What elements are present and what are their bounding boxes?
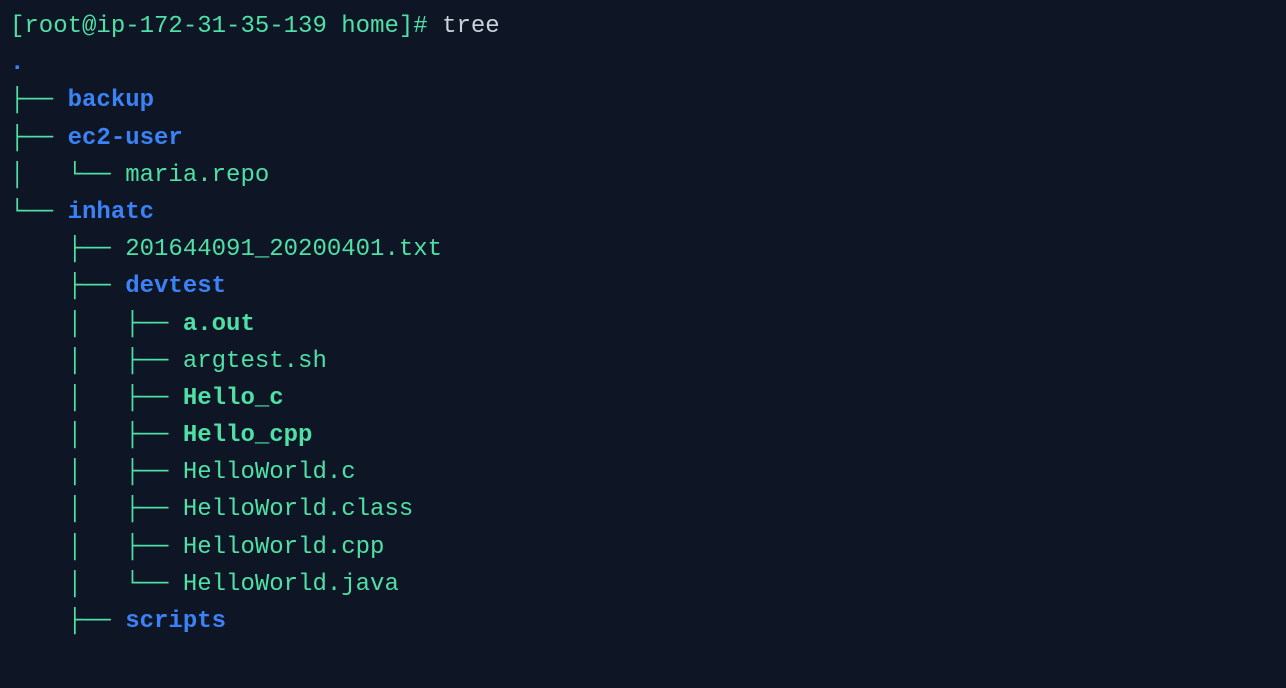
tree-line-a-out: │ ├── a.out: [10, 306, 1276, 343]
prompt-cwd: home: [341, 13, 399, 40]
prompt-line[interactable]: [root@ip-172-31-35-139 home]# tree: [10, 8, 1276, 45]
prompt-space: [327, 13, 341, 40]
tree-branch-icon: │ ├──: [10, 459, 183, 486]
tree-branch-icon: │ └──: [10, 162, 125, 189]
tree-line-helloworld-c: │ ├── HelloWorld.c: [10, 454, 1276, 491]
tree-line-hello-c: │ ├── Hello_c: [10, 380, 1276, 417]
tree-root: .: [10, 45, 1276, 82]
exe-a-out: a.out: [183, 311, 255, 338]
tree-line-helloworld-java: │ └── HelloWorld.java: [10, 566, 1276, 603]
dir-inhatc: inhatc: [68, 199, 154, 226]
tree-branch-icon: │ ├──: [10, 496, 183, 523]
file-argtest: argtest.sh: [183, 348, 327, 375]
tree-branch-icon: ├──: [10, 87, 68, 114]
prompt-open: [: [10, 13, 24, 40]
tree-line-hello-cpp: │ ├── Hello_cpp: [10, 417, 1276, 454]
tree-line-ec2-user: ├── ec2-user: [10, 120, 1276, 157]
tree-branch-icon: ├──: [10, 273, 125, 300]
tree-line-maria-repo: │ └── maria.repo: [10, 157, 1276, 194]
file-helloworld-cpp: HelloWorld.cpp: [183, 534, 385, 561]
exe-hello-cpp: Hello_cpp: [183, 422, 313, 449]
command: tree: [442, 13, 500, 40]
tree-line-helloworld-class: │ ├── HelloWorld.class: [10, 491, 1276, 528]
tree-branch-icon: │ ├──: [10, 422, 183, 449]
file-maria-repo: maria.repo: [125, 162, 269, 189]
dir-ec2-user: ec2-user: [68, 125, 183, 152]
tree-line-inhatc: └── inhatc: [10, 194, 1276, 231]
tree-branch-icon: └──: [10, 199, 68, 226]
file-helloworld-c: HelloWorld.c: [183, 459, 356, 486]
file-helloworld-class: HelloWorld.class: [183, 496, 413, 523]
tree-branch-icon: │ ├──: [10, 311, 183, 338]
tree-line-helloworld-cpp: │ ├── HelloWorld.cpp: [10, 529, 1276, 566]
tree-branch-icon: ├──: [10, 125, 68, 152]
file-201644091: 201644091_20200401.txt: [125, 236, 442, 263]
tree-branch-icon: │ ├──: [10, 348, 183, 375]
dir-scripts: scripts: [125, 608, 226, 635]
tree-branch-icon: ├──: [10, 608, 125, 635]
tree-line-devtest: ├── devtest: [10, 268, 1276, 305]
tree-line-scripts: ├── scripts: [10, 603, 1276, 640]
tree-branch-icon: │ └──: [10, 571, 183, 598]
dir-devtest: devtest: [125, 273, 226, 300]
dir-backup: backup: [68, 87, 154, 114]
tree-root-dot: .: [10, 50, 24, 77]
tree-line-txt: ├── 201644091_20200401.txt: [10, 231, 1276, 268]
tree-branch-icon: │ ├──: [10, 534, 183, 561]
tree-branch-icon: ├──: [10, 236, 125, 263]
tree-line-argtest: │ ├── argtest.sh: [10, 343, 1276, 380]
prompt-user: root@ip-172-31-35-139: [24, 13, 326, 40]
tree-branch-icon: │ ├──: [10, 385, 183, 412]
prompt-close: ]#: [399, 13, 428, 40]
tree-line-backup: ├── backup: [10, 82, 1276, 119]
exe-hello-c: Hello_c: [183, 385, 284, 412]
file-helloworld-java: HelloWorld.java: [183, 571, 399, 598]
